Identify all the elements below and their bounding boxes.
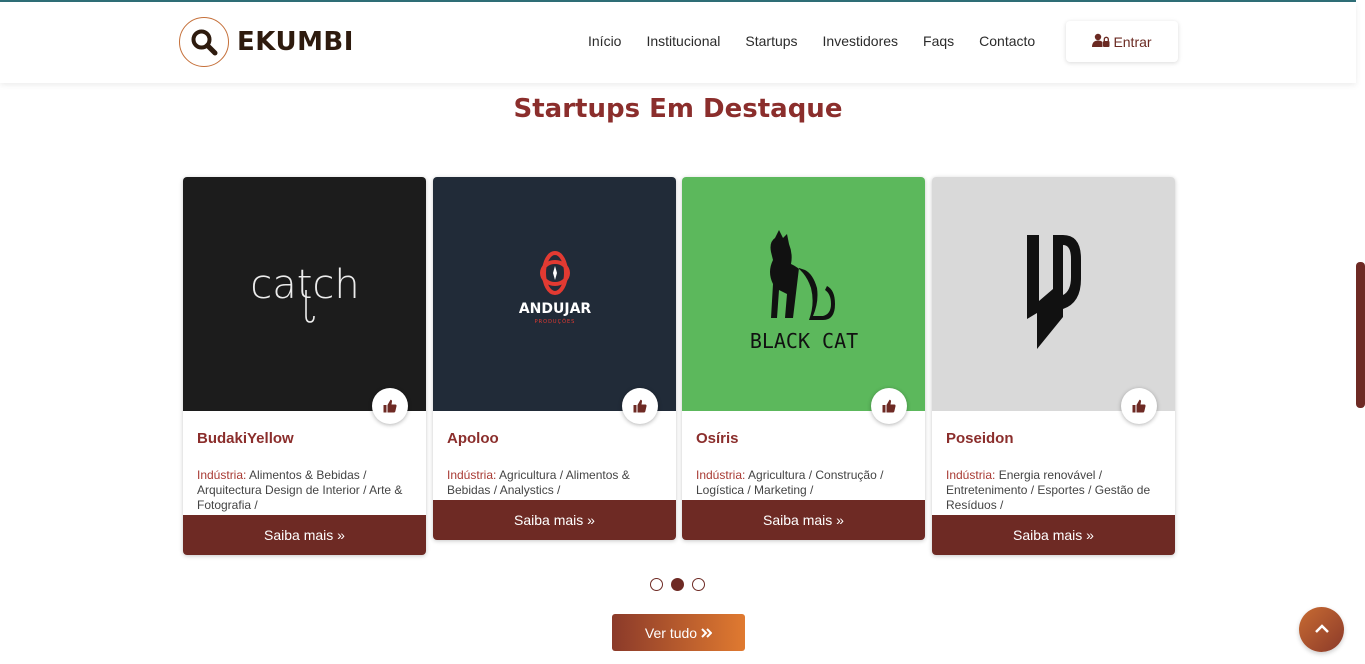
industry-label: Indústria:: [946, 468, 996, 482]
login-button[interactable]: Entrar: [1066, 21, 1178, 62]
brand-logo[interactable]: EKUMBI: [179, 17, 354, 67]
thumbs-up-icon[interactable]: [1121, 388, 1157, 424]
nav-item-faqs[interactable]: Faqs: [923, 33, 954, 49]
scrollbar-thumb[interactable]: [1356, 262, 1365, 408]
logo-text: BLACK CAT: [749, 329, 857, 353]
thumbs-up-icon[interactable]: [372, 388, 408, 424]
startup-industry: Indústria: Energia renovável / Entreteni…: [932, 457, 1175, 515]
login-label: Entrar: [1113, 33, 1152, 50]
section-title: Startups Em Destaque: [513, 94, 843, 124]
saiba-mais-button[interactable]: Saiba mais »: [682, 500, 925, 540]
black-cat-logo: BLACK CAT: [749, 230, 858, 353]
chevron-up-icon: [1314, 621, 1329, 639]
startup-industry: Indústria: Alimentos & Bebidas / Arquite…: [183, 457, 426, 515]
saiba-mais-button[interactable]: Saiba mais »: [433, 500, 676, 540]
view-all-button[interactable]: Ver tudo: [612, 614, 745, 651]
saiba-mais-button[interactable]: Saiba mais »: [932, 515, 1175, 555]
startup-card: ANDUJAR PRODUÇÕES Apoloo Indústria: Agri…: [433, 177, 676, 540]
user-lock-icon: [1092, 33, 1113, 50]
industry-label: Indústria:: [447, 468, 497, 482]
startup-card: Poseidon Indústria: Energia renovável / …: [932, 177, 1175, 555]
nav-item-inicio[interactable]: Início: [588, 33, 621, 49]
site-header: EKUMBI Início Institucional Startups Inv…: [0, 2, 1356, 83]
carousel-dot-active[interactable]: [671, 578, 684, 591]
brand-name: EKUMBI: [237, 27, 354, 57]
nav-item-investidores[interactable]: Investidores: [823, 33, 898, 49]
nav-item-contacto[interactable]: Contacto: [979, 33, 1035, 49]
startup-logo-image[interactable]: ANDUJAR PRODUÇÕES: [433, 177, 676, 411]
logo-subtext: PRODUÇÕES: [534, 318, 575, 325]
startup-logo-image[interactable]: BLACK CAT: [682, 177, 925, 411]
nav-item-startups[interactable]: Startups: [745, 33, 797, 49]
back-to-top-button[interactable]: [1299, 607, 1344, 652]
industry-label: Indústria:: [197, 468, 247, 482]
startup-card: BLACK CAT Osíris Indústria: Agricultura …: [682, 177, 925, 540]
saiba-mais-button[interactable]: Saiba mais »: [183, 515, 426, 555]
carousel-dots: [650, 578, 713, 591]
startup-logo-image[interactable]: catch: [183, 177, 426, 411]
industry-label: Indústria:: [696, 468, 746, 482]
logo-text: catch: [250, 262, 360, 308]
search-icon: [179, 17, 229, 67]
view-all-label: Ver tudo: [644, 624, 698, 641]
nav-item-institucional[interactable]: Institucional: [646, 33, 720, 49]
andujar-logo: ANDUJAR PRODUÇÕES: [518, 251, 591, 325]
startup-industry: Indústria: Agricultura / Alimentos & Beb…: [433, 457, 676, 500]
carousel-dot[interactable]: [692, 578, 705, 591]
carousel-dot[interactable]: [650, 578, 663, 591]
catch-logo: catch: [250, 262, 360, 323]
poseidon-logo: [1026, 235, 1081, 349]
thumbs-up-icon[interactable]: [622, 388, 658, 424]
logo-text: ANDUJAR: [518, 301, 591, 317]
double-chevron-right-icon: [701, 625, 713, 641]
main-nav: Início Institucional Startups Investidor…: [588, 33, 1060, 49]
thumbs-up-icon[interactable]: [871, 388, 907, 424]
startup-industry: Indústria: Agricultura / Construção / Lo…: [682, 457, 925, 500]
startup-card: catch BudakiYellow Indústria: Alimentos …: [183, 177, 426, 555]
startup-logo-image[interactable]: [932, 177, 1175, 411]
